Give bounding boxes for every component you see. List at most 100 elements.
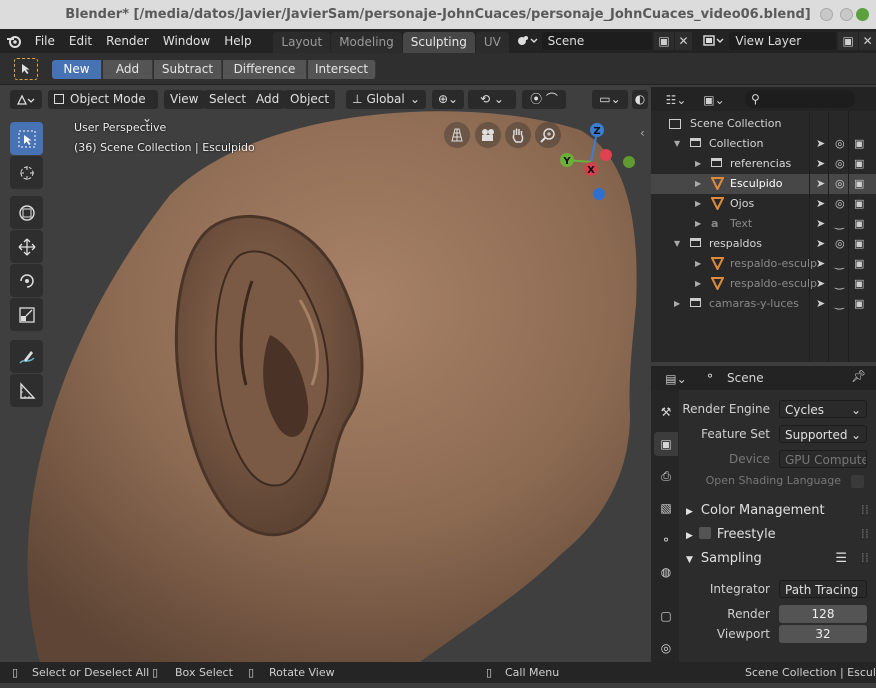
collapsed-arrow-icon[interactable]: ▶ bbox=[695, 154, 701, 174]
select-toggle-icon[interactable]: ➤ bbox=[816, 174, 825, 194]
object-mode-dropdown[interactable]: Object Mode ⌄ bbox=[48, 90, 158, 125]
pan-view-hand-icon[interactable] bbox=[505, 122, 531, 148]
select-toggle-icon[interactable]: ➤ bbox=[816, 294, 825, 314]
menu-edit[interactable]: Edit bbox=[62, 29, 99, 53]
select-toggle-icon[interactable]: ➤ bbox=[816, 214, 825, 234]
blender-logo-icon[interactable] bbox=[0, 34, 28, 48]
pivot-point-icon[interactable]: ⊕⌄ bbox=[432, 90, 464, 109]
device-dropdown[interactable]: GPU Compute bbox=[779, 450, 867, 468]
menu-select[interactable]: Select bbox=[203, 90, 253, 109]
visibility-eye-icon[interactable]: ◎ bbox=[835, 174, 845, 194]
render-camera-icon[interactable]: ▣ bbox=[854, 194, 864, 214]
render-camera-icon[interactable]: ▣ bbox=[854, 134, 864, 154]
expanded-arrow-icon[interactable]: ▼ bbox=[674, 134, 680, 154]
feature-set-dropdown[interactable]: Supported ⌄ bbox=[779, 425, 867, 443]
overlay-icon[interactable]: ◐ bbox=[632, 90, 648, 109]
select-toggle-icon[interactable]: ➤ bbox=[816, 274, 825, 294]
move-tool[interactable] bbox=[10, 196, 43, 229]
scene-tab-icon[interactable]: ⚬ bbox=[654, 528, 678, 552]
close-window-button[interactable] bbox=[856, 8, 869, 21]
collapsed-arrow-icon[interactable]: ▶ bbox=[695, 274, 701, 294]
outliner-editor-type-icon[interactable]: ☷⌄ bbox=[661, 91, 691, 109]
outliner-row[interactable]: ▶ Ojos ➤ ◎ ▣ bbox=[651, 194, 876, 214]
expanded-arrow-icon[interactable]: ▼ bbox=[674, 234, 680, 254]
tab-uv[interactable]: UV bbox=[475, 32, 509, 53]
render-camera-icon[interactable]: ▣ bbox=[854, 234, 864, 254]
sampling-panel[interactable]: ▼ Sampling ☰ ⁞⁞ bbox=[681, 548, 871, 570]
select-toggle-icon[interactable]: ➤ bbox=[816, 234, 825, 254]
visibility-eye-icon[interactable]: ◎ bbox=[835, 134, 845, 154]
menu-file[interactable]: File bbox=[28, 29, 62, 53]
collapsed-arrow-icon[interactable]: ▶ bbox=[695, 254, 701, 274]
outliner-row[interactable]: ▶ camaras-y-luces ➤ ‿ ▣ bbox=[651, 294, 876, 314]
outliner-row[interactable]: ▶ Esculpido ➤ ◎ ▣ bbox=[651, 174, 876, 194]
render-camera-icon[interactable]: ▣ bbox=[854, 154, 864, 174]
render-camera-icon[interactable]: ▣ bbox=[854, 174, 864, 194]
properties-editor-type-icon[interactable]: ▤⌄ bbox=[661, 370, 691, 388]
world-tab-icon[interactable]: ◍ bbox=[654, 560, 678, 584]
tab-modeling[interactable]: Modeling bbox=[331, 32, 402, 53]
render-camera-icon[interactable]: ▣ bbox=[854, 254, 864, 274]
presets-list-icon[interactable]: ☰ bbox=[835, 548, 847, 570]
visibility-eye-icon[interactable]: ◎ bbox=[835, 194, 845, 214]
sidebar-toggle-chevron-icon[interactable]: ‹ bbox=[640, 126, 645, 140]
copy-view-layer-icon[interactable]: ▣ bbox=[837, 32, 859, 50]
visibility-eye-icon[interactable]: ‿ bbox=[835, 254, 844, 274]
render-camera-icon[interactable]: ▣ bbox=[854, 214, 864, 234]
annotate-tool[interactable] bbox=[10, 340, 43, 373]
pin-icon[interactable]: 📌︎ bbox=[851, 369, 866, 383]
outliner-row[interactable]: ▶ a Text ➤ ‿ ▣ bbox=[651, 214, 876, 234]
menu-add[interactable]: Add bbox=[250, 90, 286, 109]
outliner-search-field[interactable]: ⚲ bbox=[745, 90, 855, 108]
camera-view-icon[interactable] bbox=[475, 122, 501, 148]
physics-tab-icon[interactable]: ◎ bbox=[654, 636, 678, 660]
3d-viewport[interactable] bbox=[0, 85, 650, 662]
view-layer-tab-icon[interactable]: ▧ bbox=[654, 496, 678, 520]
toggle-camera-grid-icon[interactable] bbox=[444, 122, 470, 148]
scale-tool[interactable] bbox=[10, 298, 43, 331]
tool-tab-icon[interactable]: ⚒ bbox=[654, 400, 678, 424]
collapsed-arrow-icon[interactable]: ▶ bbox=[695, 174, 701, 194]
drag-handle-icon[interactable]: ⁞⁞ bbox=[861, 548, 869, 570]
select-toggle-icon[interactable]: ➤ bbox=[816, 194, 825, 214]
view-layer-field[interactable]: View Layer bbox=[729, 32, 836, 50]
integrator-dropdown[interactable]: Path Tracing⌄ bbox=[779, 580, 867, 615]
select-toggle-icon[interactable]: ➤ bbox=[816, 134, 825, 154]
cursor-tool[interactable] bbox=[10, 156, 43, 189]
render-samples-field[interactable]: 128 bbox=[779, 605, 867, 623]
viewport-samples-field[interactable]: 32 bbox=[779, 625, 867, 643]
outliner-row[interactable]: ▼ Collection ➤ ◎ ▣ bbox=[651, 134, 876, 154]
mode-difference-button[interactable]: Difference bbox=[223, 60, 307, 79]
outliner-row[interactable]: ▶ respaldo-esculp ➤ ‿ ▣ bbox=[651, 274, 876, 294]
rotate-tool[interactable] bbox=[10, 264, 43, 297]
collapsed-arrow-icon[interactable]: ▶ bbox=[674, 294, 680, 314]
tab-layout[interactable]: Layout bbox=[273, 32, 331, 53]
render-camera-icon[interactable]: ▣ bbox=[854, 294, 864, 314]
maximize-button[interactable] bbox=[840, 8, 853, 21]
mode-intersect-button[interactable]: Intersect bbox=[308, 60, 376, 79]
menu-help[interactable]: Help bbox=[217, 29, 258, 53]
visibility-eye-icon[interactable]: ‿ bbox=[835, 294, 844, 314]
measure-tool[interactable] bbox=[10, 374, 43, 407]
collapsed-arrow-icon[interactable]: ▶ bbox=[695, 214, 701, 234]
freestyle-panel[interactable]: ▶ Freestyle ⁞⁞ bbox=[681, 524, 871, 546]
scene-name-field[interactable]: Scene bbox=[541, 32, 652, 50]
snap-icon[interactable]: ⟲ ⌄ bbox=[468, 90, 516, 109]
render-engine-dropdown[interactable]: Cycles ⌄ bbox=[779, 400, 867, 418]
visibility-eye-icon[interactable]: ◎ bbox=[835, 234, 845, 254]
translate-tool[interactable] bbox=[10, 230, 43, 263]
minimize-button[interactable] bbox=[820, 8, 833, 21]
osl-checkbox[interactable] bbox=[851, 475, 864, 488]
copy-scene-icon[interactable]: ▣ bbox=[653, 32, 675, 50]
visibility-eye-icon[interactable]: ◎ bbox=[835, 154, 845, 174]
delete-scene-icon[interactable]: ✕ bbox=[675, 32, 692, 50]
menu-view[interactable]: View bbox=[164, 90, 205, 109]
color-management-panel[interactable]: ▶ Color Management ⁞⁞ bbox=[681, 500, 871, 522]
navigation-gizmo[interactable]: Z Y X bbox=[555, 122, 635, 202]
view-layer-browse-icon[interactable] bbox=[698, 34, 730, 48]
mode-add-button[interactable]: Add bbox=[103, 60, 153, 79]
menu-object[interactable]: Object bbox=[284, 90, 336, 109]
tab-sculpting[interactable]: Sculpting bbox=[402, 32, 475, 53]
menu-render[interactable]: Render bbox=[99, 29, 156, 53]
visibility-eye-icon[interactable]: ‿ bbox=[835, 214, 844, 234]
